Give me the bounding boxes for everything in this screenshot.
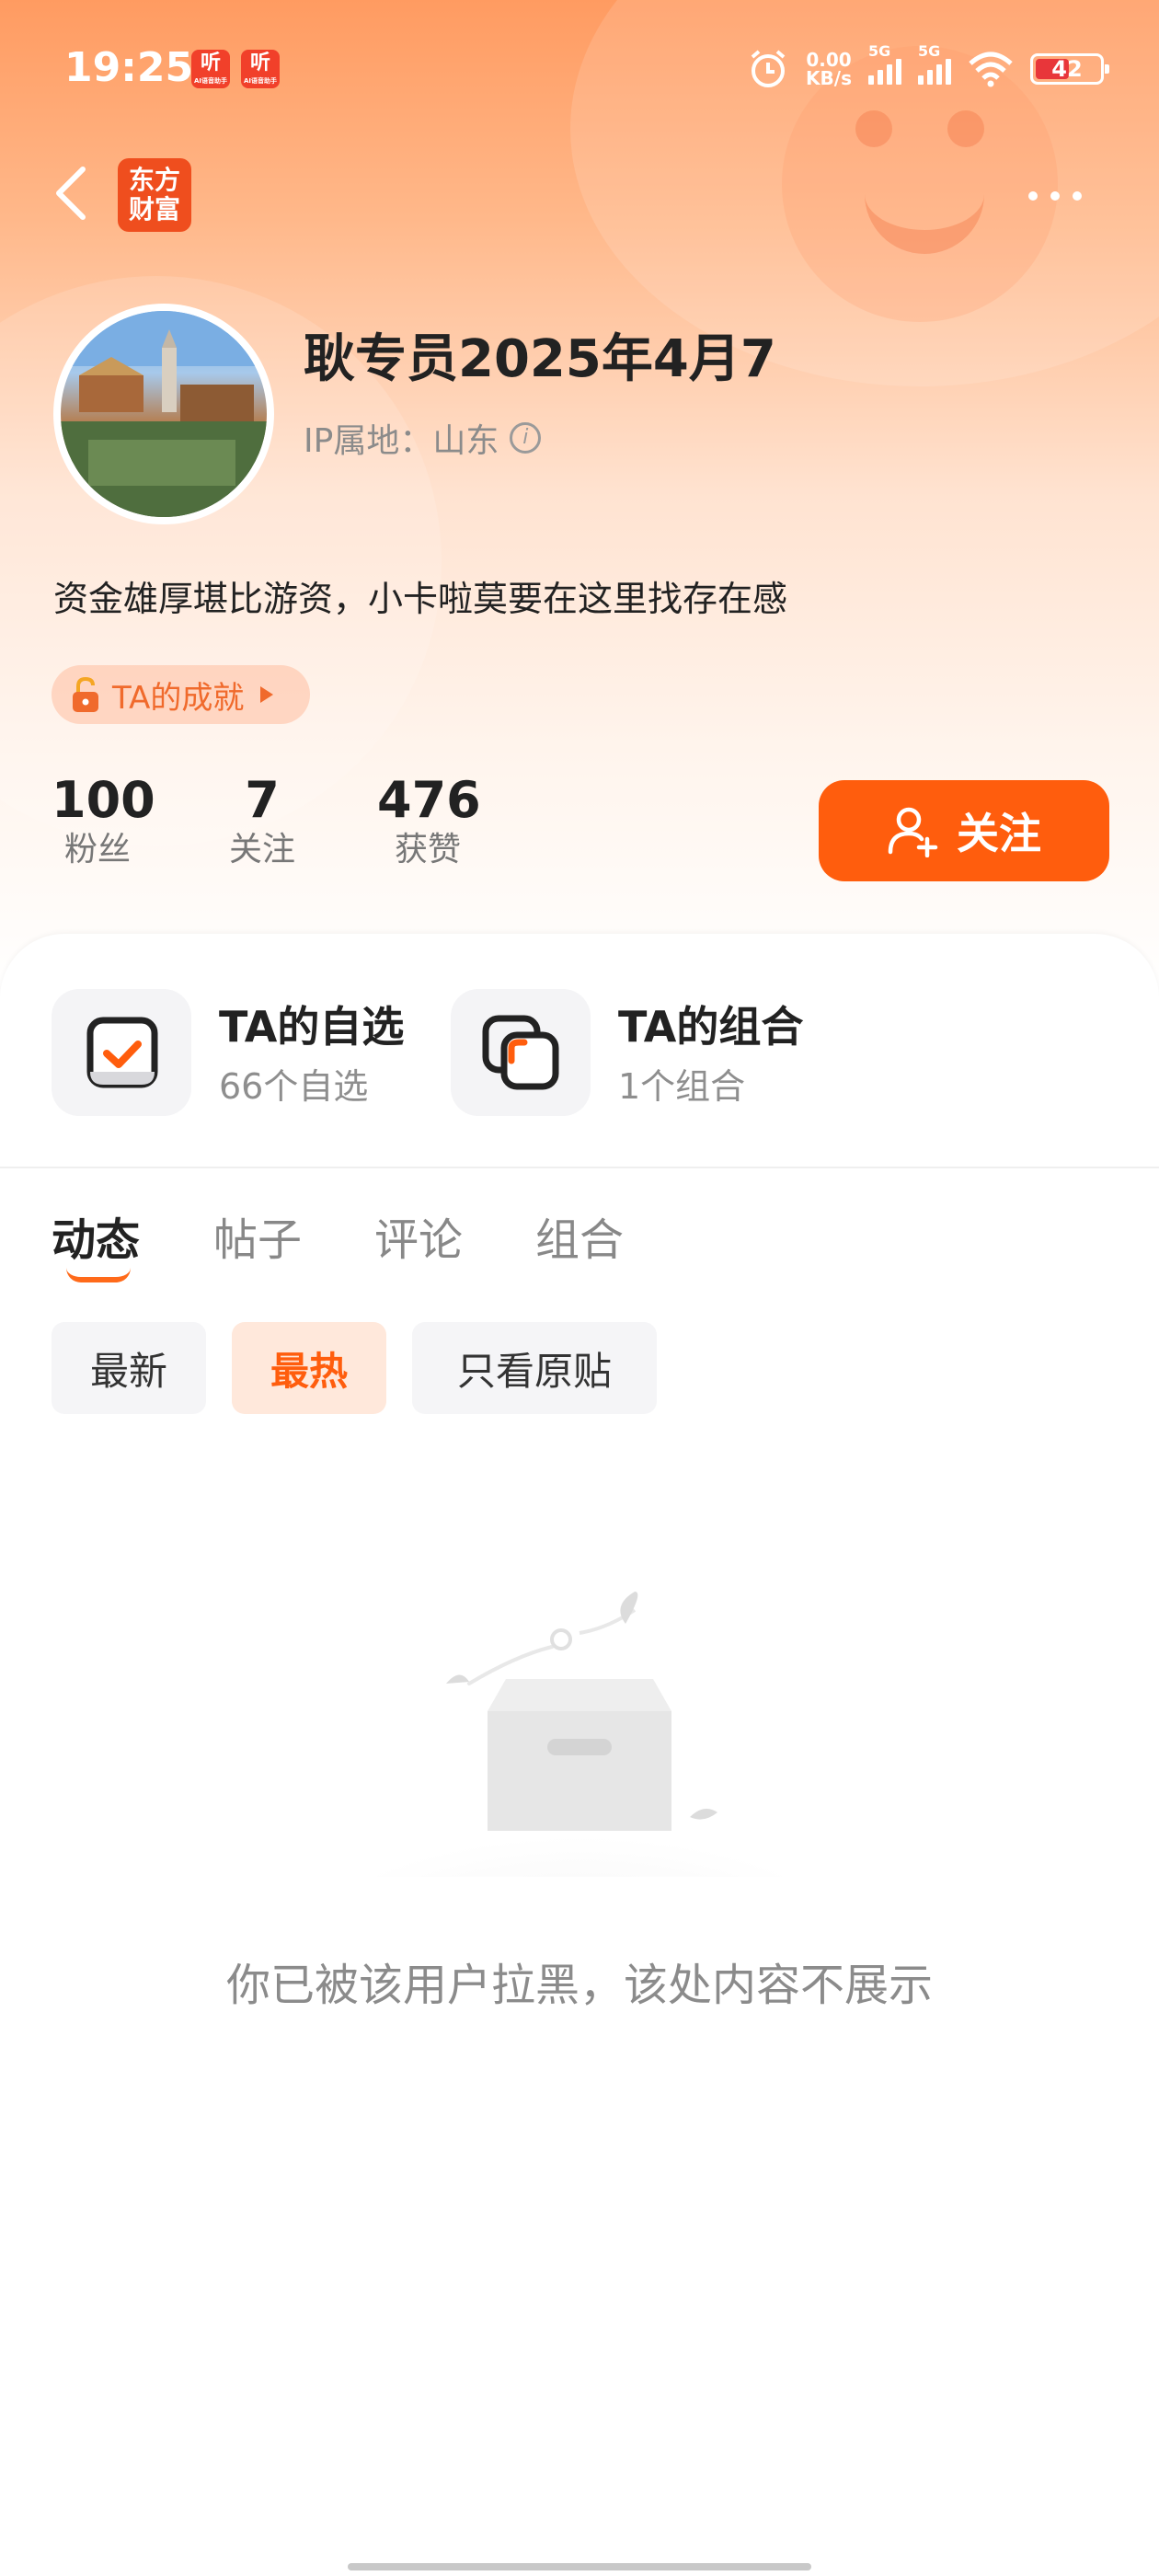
- cell-signal-icon: 5G: [868, 42, 901, 85]
- watchlist-check-icon: [86, 1017, 158, 1088]
- watchlist-tile[interactable]: [52, 989, 191, 1116]
- listen-app-badge-icon: 听 AI语音助手: [191, 50, 230, 88]
- more-options-icon[interactable]: [1028, 182, 1102, 210]
- portfolio-squares-icon: [482, 1015, 559, 1090]
- battery-icon: 42: [1030, 53, 1109, 85]
- portfolio-title[interactable]: TA的组合: [618, 994, 803, 1054]
- back-arrow-icon[interactable]: [52, 166, 92, 221]
- tab-comments[interactable]: 评论: [374, 1203, 463, 1268]
- wifi-icon: [969, 52, 1013, 87]
- listen-app-badge-icon: 听 AI语音助手: [241, 50, 280, 88]
- tab-posts[interactable]: 帖子: [213, 1203, 302, 1268]
- ip-location: IP属地：山东 i: [304, 414, 542, 462]
- section-divider: [0, 1167, 1159, 1168]
- home-indicator[interactable]: [348, 2563, 811, 2570]
- watchlist-title[interactable]: TA的自选: [219, 994, 404, 1054]
- stat-fans[interactable]: 100 粉丝: [52, 771, 155, 870]
- status-time: 19:25: [64, 44, 194, 91]
- tab-feed[interactable]: 动态: [52, 1203, 140, 1268]
- alarm-icon: [751, 50, 786, 87]
- add-user-icon: [888, 807, 938, 857]
- watchlist-count: 66个自选: [219, 1066, 369, 1107]
- avatar[interactable]: [53, 304, 274, 524]
- tab-portfolio[interactable]: 组合: [535, 1203, 624, 1268]
- arrow-right-icon: [260, 686, 274, 703]
- network-speed: 0.00 KB/s: [806, 49, 852, 89]
- stat-following[interactable]: 7 关注: [216, 771, 308, 870]
- user-bio: 资金雄厚堪比游资，小卡啦莫要在这里找存在感: [53, 579, 788, 619]
- follow-button[interactable]: 关注: [819, 780, 1109, 881]
- portfolio-tile[interactable]: [451, 989, 591, 1116]
- portfolio-count: 1个组合: [618, 1066, 746, 1107]
- empty-box-icon: [331, 1592, 828, 1877]
- filter-hottest[interactable]: 最热: [232, 1322, 386, 1414]
- active-tab-indicator: [66, 1268, 131, 1282]
- app-logo: 东方 财富: [118, 158, 191, 232]
- empty-state-message: 你已被该用户拉黑，该处内容不展示: [225, 1960, 933, 2011]
- cell-signal-icon: 5G: [918, 42, 951, 85]
- filter-latest[interactable]: 最新: [52, 1322, 206, 1414]
- status-bar: 19:25 听 AI语音助手 听 AI语音助手 0.00 KB/s 5G 5G: [0, 37, 1159, 101]
- stat-likes: 476 获赞: [377, 771, 481, 868]
- unlock-icon: [73, 676, 98, 712]
- achievement-button[interactable]: TA的成就: [52, 665, 311, 724]
- info-icon[interactable]: i: [510, 422, 542, 454]
- username: 耿专员2025年4月7: [304, 329, 776, 389]
- filter-original-only[interactable]: 只看原贴: [412, 1322, 657, 1414]
